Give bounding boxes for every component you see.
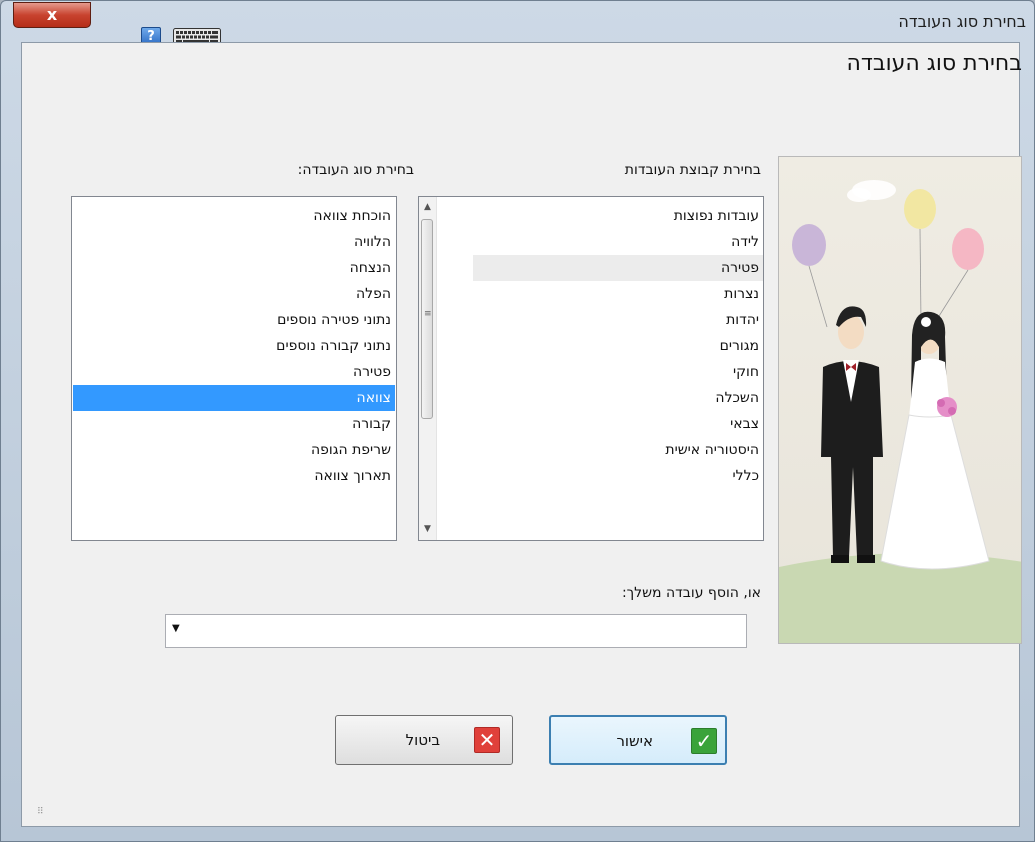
type-list-item[interactable]: הפלה	[73, 281, 395, 307]
group-list-item[interactable]: מגורים	[473, 333, 763, 359]
custom-fact-combobox[interactable]: ▼	[165, 614, 747, 648]
type-list-item[interactable]: נתוני פטירה נוספים	[73, 307, 395, 333]
type-list-item[interactable]: תארוך צוואה	[73, 463, 395, 489]
type-list-item[interactable]: צוואה	[73, 385, 395, 411]
type-list-item[interactable]: הנצחה	[73, 255, 395, 281]
x-icon: ✕	[474, 727, 500, 753]
groups-scrollbar[interactable]: ▲ ≡ ▼	[419, 197, 437, 540]
type-list-item[interactable]: נתוני קבורה נוספים	[73, 333, 395, 359]
cancel-button[interactable]: ✕ ביטול	[335, 715, 513, 765]
type-list-item[interactable]: הוכחת צוואה	[73, 203, 395, 229]
group-list-item[interactable]: עובדות נפוצות	[473, 203, 763, 229]
window-title: בחירת סוג העובדה	[898, 12, 1026, 31]
types-label: בחירת סוג העובדה:	[297, 162, 414, 178]
group-list-item[interactable]: צבאי	[473, 411, 763, 437]
group-list-item[interactable]: פטירה	[473, 255, 763, 281]
ok-button-label: אישור	[616, 732, 653, 750]
types-items: הוכחת צוואה הלוויה הנצחה הפלה נתוני פטירה נו…	[73, 203, 395, 489]
title-bar[interactable]: x ? בחירת סוג העובדה	[1, 1, 1034, 46]
type-list-item[interactable]: פטירה	[73, 359, 395, 385]
scroll-up-arrow[interactable]: ▲	[419, 199, 436, 216]
ok-button[interactable]: ✓ אישור	[549, 715, 727, 765]
group-list-item[interactable]: לידה	[473, 229, 763, 255]
group-list-item[interactable]: היסטוריה אישית	[473, 437, 763, 463]
cancel-button-label: ביטול	[405, 731, 440, 749]
groups-label: בחירת קבוצת העובדות	[624, 162, 761, 178]
checkmark-icon: ✓	[691, 728, 717, 754]
types-listbox[interactable]: הוכחת צוואה הלוויה הנצחה הפלה נתוני פטירה נו…	[71, 196, 397, 541]
close-button[interactable]: x	[13, 2, 91, 28]
group-list-item[interactable]: יהדות	[473, 307, 763, 333]
group-list-item[interactable]: נצרות	[473, 281, 763, 307]
custom-fact-label: או, הוסף עובדה משלך:	[621, 585, 761, 601]
group-list-item[interactable]: השכלה	[473, 385, 763, 411]
scroll-thumb[interactable]: ≡	[421, 219, 433, 419]
chevron-down-icon[interactable]: ▼	[172, 623, 180, 634]
page-title: בחירת סוג העובדה	[846, 51, 1022, 76]
group-list-item[interactable]: חוקי	[473, 359, 763, 385]
scroll-down-arrow[interactable]: ▼	[419, 521, 436, 538]
scroll-grip: ≡	[424, 309, 432, 319]
groups-listbox[interactable]: ▲ ≡ ▼ עובדות נפוצות לידה פטירה נצרות יהדות מג…	[418, 196, 764, 541]
dialog-window: x ? בחירת סוג העובדה בחירת סוג העובדה בח…	[0, 0, 1035, 842]
type-list-item[interactable]: הלוויה	[73, 229, 395, 255]
groups-items: עובדות נפוצות לידה פטירה נצרות יהדות מגורים חו…	[473, 203, 763, 489]
wedding-illustration	[778, 156, 1022, 644]
resize-grip-icon[interactable]: ⠿	[37, 807, 44, 817]
type-list-item[interactable]: קבורה	[73, 411, 395, 437]
group-list-item[interactable]: כללי	[473, 463, 763, 489]
type-list-item[interactable]: שריפת הגופה	[73, 437, 395, 463]
